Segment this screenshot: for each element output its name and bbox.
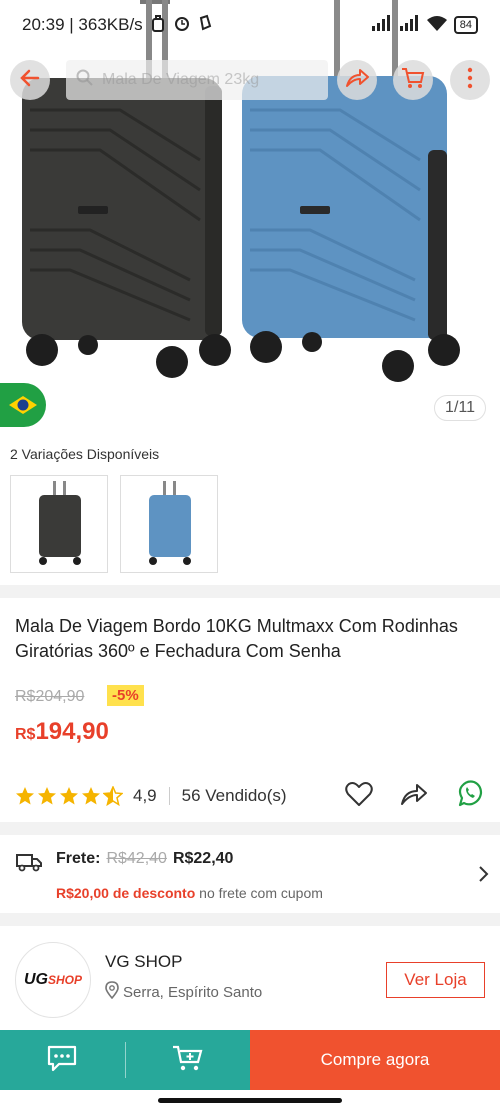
status-time: 20:39 | 363KB/s bbox=[22, 15, 143, 34]
location-pin-icon bbox=[105, 981, 119, 1003]
store-logo[interactable]: UG SHOP bbox=[15, 942, 91, 1018]
more-options-button[interactable] bbox=[450, 60, 490, 100]
blue-suitcase-thumbnail bbox=[149, 481, 191, 565]
store-name[interactable]: VG SHOP bbox=[105, 952, 182, 972]
add-to-cart-button[interactable] bbox=[126, 1043, 251, 1078]
divider bbox=[168, 787, 170, 805]
search-icon bbox=[76, 69, 94, 92]
signal-icon-2 bbox=[398, 14, 420, 36]
notification-icon bbox=[197, 14, 213, 37]
rating-row: 4,9 56 Vendido(s) bbox=[15, 779, 485, 814]
buy-now-button[interactable]: Compre agora bbox=[250, 1030, 500, 1090]
top-navigation: Mala De Viagem 23kg bbox=[0, 56, 500, 104]
back-button[interactable] bbox=[10, 60, 50, 100]
search-input[interactable]: Mala De Viagem 23kg bbox=[66, 60, 328, 100]
favorite-heart-icon[interactable] bbox=[345, 781, 373, 812]
shipping-label: Frete: bbox=[56, 850, 101, 867]
battery-indicator: 84 bbox=[453, 16, 478, 34]
more-vertical-icon bbox=[467, 67, 473, 94]
variation-thumb-blue[interactable] bbox=[120, 475, 218, 573]
cart-icon bbox=[400, 66, 426, 95]
rating-stars bbox=[15, 786, 123, 806]
star-icon bbox=[16, 787, 34, 805]
image-counter: 1/11 bbox=[434, 395, 486, 421]
whatsapp-share-icon[interactable] bbox=[455, 779, 485, 814]
black-suitcase-thumbnail bbox=[39, 481, 81, 565]
bottom-action-bar: Compre agora bbox=[0, 1030, 500, 1090]
share-button[interactable] bbox=[337, 60, 377, 100]
original-price: R$204,90 bbox=[15, 688, 85, 705]
home-indicator[interactable] bbox=[158, 1098, 342, 1103]
star-icon bbox=[82, 787, 100, 805]
price-value: 194,90 bbox=[35, 718, 109, 745]
star-icon bbox=[38, 787, 56, 805]
chat-icon bbox=[45, 1043, 79, 1078]
variations-section: 2 Variações Disponíveis bbox=[0, 435, 500, 585]
arrow-left-icon bbox=[18, 66, 42, 95]
add-to-cart-icon bbox=[171, 1043, 205, 1078]
shipping-row[interactable]: Frete: R$42,40 R$22,40 R$20,00 de descon… bbox=[0, 835, 500, 913]
chat-button[interactable] bbox=[0, 1043, 125, 1078]
shipping-old-price: R$42,40 bbox=[106, 850, 167, 867]
store-section: UG SHOP VG SHOP Serra, Espírito Santo Ver… bbox=[0, 926, 500, 1030]
shipping-discount-line: R$20,00 de desconto no frete com cupom bbox=[56, 885, 323, 901]
status-bar: 20:39 | 363KB/s 84 bbox=[0, 0, 500, 50]
discount-badge: -5% bbox=[107, 685, 144, 706]
shipping-discount-suffix: no frete com cupom bbox=[199, 885, 323, 901]
luggage-notification-icon bbox=[149, 14, 167, 37]
variation-thumb-black[interactable] bbox=[10, 475, 108, 573]
view-store-button[interactable]: Ver Loja bbox=[386, 962, 485, 998]
share-icon bbox=[344, 67, 370, 94]
wifi-icon bbox=[426, 15, 448, 36]
current-price: R$194,90 bbox=[15, 718, 109, 746]
store-location: Serra, Espírito Santo bbox=[105, 981, 262, 1003]
product-title: Mala De Viagem Bordo 10KG Multmaxx Com R… bbox=[15, 616, 458, 661]
share-arrow-icon[interactable] bbox=[399, 781, 429, 812]
star-icon bbox=[60, 787, 78, 805]
star-half-icon bbox=[103, 786, 123, 806]
alarm-icon bbox=[173, 14, 191, 37]
brazil-flag-icon bbox=[0, 383, 46, 427]
rating-value: 4,9 bbox=[133, 786, 157, 805]
search-placeholder: Mala De Viagem 23kg bbox=[102, 71, 260, 88]
store-location-text: Serra, Espírito Santo bbox=[123, 983, 263, 1001]
system-navigation-bar bbox=[0, 1090, 500, 1111]
store-logo-text: UG bbox=[23, 971, 48, 988]
shipping-price-line: Frete: R$42,40 R$22,40 bbox=[56, 850, 233, 868]
variations-label: 2 Variações Disponíveis bbox=[10, 446, 160, 462]
cart-button[interactable] bbox=[393, 60, 433, 100]
signal-icon bbox=[370, 14, 392, 36]
truck-icon bbox=[16, 852, 42, 877]
chevron-right-icon bbox=[478, 865, 490, 888]
store-logo-subtext: SHOP bbox=[47, 973, 82, 987]
sold-count: 56 Vendido(s) bbox=[181, 786, 287, 805]
product-info: Mala De Viagem Bordo 10KG Multmaxx Com R… bbox=[0, 598, 500, 822]
shipping-discount: R$20,00 de desconto bbox=[56, 885, 196, 901]
price-currency: R$ bbox=[15, 726, 36, 743]
shipping-new-price: R$22,40 bbox=[172, 850, 234, 867]
